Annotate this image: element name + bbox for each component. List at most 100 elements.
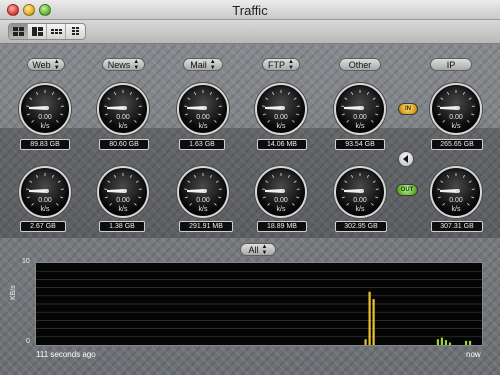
gauge-rate: 0.00 bbox=[274, 114, 288, 121]
gauge-hub bbox=[203, 106, 207, 110]
gauge-tick bbox=[271, 174, 275, 178]
gauge-rate: 0.00 bbox=[116, 114, 130, 121]
column-selector-label: News bbox=[107, 59, 131, 70]
gauge-needle bbox=[440, 106, 458, 110]
grid-dense-view-button[interactable] bbox=[66, 24, 85, 39]
gauge-needle bbox=[344, 189, 362, 193]
column-selector-label: FTP bbox=[268, 59, 286, 70]
gauge-needle bbox=[265, 189, 283, 193]
graph-filter-selector[interactable]: All ▲ ▼ bbox=[240, 243, 276, 256]
gauge-tick bbox=[187, 180, 191, 183]
gauge-tick bbox=[193, 174, 197, 178]
gauge-needle bbox=[29, 106, 47, 110]
gauge-tick bbox=[293, 180, 297, 183]
gauge-tick bbox=[440, 97, 444, 100]
grid-dense-icon bbox=[72, 27, 79, 35]
gauge-tick bbox=[372, 180, 376, 183]
grid-small-icon bbox=[50, 29, 62, 34]
gauge-tick bbox=[29, 180, 33, 183]
gauge-rate: 0.00 bbox=[116, 197, 130, 204]
play-button[interactable] bbox=[398, 151, 414, 167]
column-selector-other[interactable]: Other bbox=[339, 58, 381, 71]
gauge-tick bbox=[440, 180, 444, 183]
total-ftp-out: 18.89 MB bbox=[257, 221, 307, 232]
gauge-unit: k/s bbox=[276, 206, 286, 213]
gauge-hub bbox=[123, 106, 127, 110]
gauge-tick bbox=[468, 180, 472, 183]
graph-filter-label: All bbox=[248, 244, 259, 255]
title-bar: Traffic bbox=[0, 0, 500, 20]
column-selector-mail[interactable]: Mail ▲ ▼ bbox=[183, 58, 223, 71]
gauge-tick bbox=[113, 174, 117, 178]
gauge-needle bbox=[107, 189, 125, 193]
column-selector-ftp[interactable]: FTP ▲ ▼ bbox=[262, 58, 300, 71]
gauge-unit: k/s bbox=[118, 206, 128, 213]
gauge-needle bbox=[29, 189, 47, 193]
gauge-mail-in: 0.00 k/s bbox=[177, 83, 229, 135]
traffic-window: Traffic Web ▲ ▼ News ▲ ▼ Mail ▲ ▼ FTP ▲ … bbox=[0, 0, 500, 375]
gauge-tick bbox=[51, 91, 55, 95]
graph-bar bbox=[368, 291, 371, 345]
graph-bar bbox=[436, 339, 440, 345]
gauge-unit: k/s bbox=[451, 206, 461, 213]
graph-bar bbox=[464, 340, 468, 345]
up-down-arrows-icon: ▲ ▼ bbox=[261, 243, 268, 256]
up-down-arrows-icon: ▲ ▼ bbox=[53, 58, 60, 71]
grid-large-view-button[interactable] bbox=[9, 24, 28, 39]
gauge-other-out: 0.00 k/s bbox=[334, 166, 386, 218]
gauge-news-in: 0.00 k/s bbox=[97, 83, 149, 135]
gauge-rate: 0.00 bbox=[353, 114, 367, 121]
column-selector-ip[interactable]: IP bbox=[430, 58, 472, 71]
total-web-in: 89.83 GB bbox=[20, 139, 70, 150]
column-selector-news[interactable]: News ▲ ▼ bbox=[102, 58, 145, 71]
gauge-tick bbox=[193, 91, 197, 95]
window-title: Traffic bbox=[232, 3, 268, 18]
gauge-rate: 0.00 bbox=[38, 114, 52, 121]
total-news-out: 1.38 GB bbox=[99, 221, 145, 232]
gauge-unit: k/s bbox=[118, 123, 128, 130]
gauge-tick bbox=[51, 174, 55, 178]
gauge-tick bbox=[366, 174, 370, 178]
gauge-tick bbox=[344, 180, 348, 183]
gauge-tick bbox=[113, 91, 117, 95]
gauge-tick bbox=[271, 91, 275, 95]
graph-bar bbox=[448, 342, 452, 345]
graph-bar bbox=[364, 339, 367, 345]
play-backward-icon bbox=[403, 155, 408, 163]
gauge-tick bbox=[372, 97, 376, 100]
gauge-web-in: 0.00 k/s bbox=[19, 83, 71, 135]
gauge-tick bbox=[462, 174, 466, 178]
total-ftp-in: 14.06 MB bbox=[257, 139, 307, 150]
gauge-unit: k/s bbox=[355, 206, 365, 213]
gauge-needle bbox=[107, 106, 125, 110]
out-button[interactable]: OUT bbox=[396, 184, 418, 196]
gauge-tick bbox=[35, 174, 39, 178]
gauge-unit: k/s bbox=[40, 206, 50, 213]
gauge-ftp-out: 0.00 k/s bbox=[255, 166, 307, 218]
gauge-rate: 0.00 bbox=[274, 197, 288, 204]
grid-small-view-button[interactable] bbox=[47, 24, 66, 39]
graph-start-label: 111 seconds ago bbox=[36, 350, 96, 359]
graph-end-label: now bbox=[466, 350, 481, 359]
column-selector-web[interactable]: Web ▲ ▼ bbox=[27, 58, 65, 71]
gauge-tick bbox=[107, 180, 111, 183]
gauge-rate: 0.00 bbox=[38, 197, 52, 204]
gauge-rate: 0.00 bbox=[353, 197, 367, 204]
gauge-ftp-in: 0.00 k/s bbox=[255, 83, 307, 135]
gauge-hub bbox=[360, 106, 364, 110]
total-other-in: 93.54 GB bbox=[335, 139, 385, 150]
gauge-tick bbox=[209, 174, 213, 178]
gauge-tick bbox=[350, 174, 354, 178]
grid-split-view-button[interactable] bbox=[28, 24, 47, 39]
column-selector-label: Mail bbox=[190, 59, 207, 70]
gauge-tick bbox=[293, 97, 297, 100]
gauge-tick bbox=[129, 174, 133, 178]
column-selector-label: Web bbox=[32, 59, 51, 70]
in-button[interactable]: IN bbox=[398, 103, 418, 115]
gauge-tick bbox=[129, 91, 133, 95]
gauge-unit: k/s bbox=[451, 123, 461, 130]
column-selector-label: Other bbox=[348, 59, 372, 70]
gauge-hub bbox=[45, 189, 49, 193]
gauge-unit: k/s bbox=[276, 123, 286, 130]
total-web-out: 2.67 GB bbox=[20, 221, 66, 232]
